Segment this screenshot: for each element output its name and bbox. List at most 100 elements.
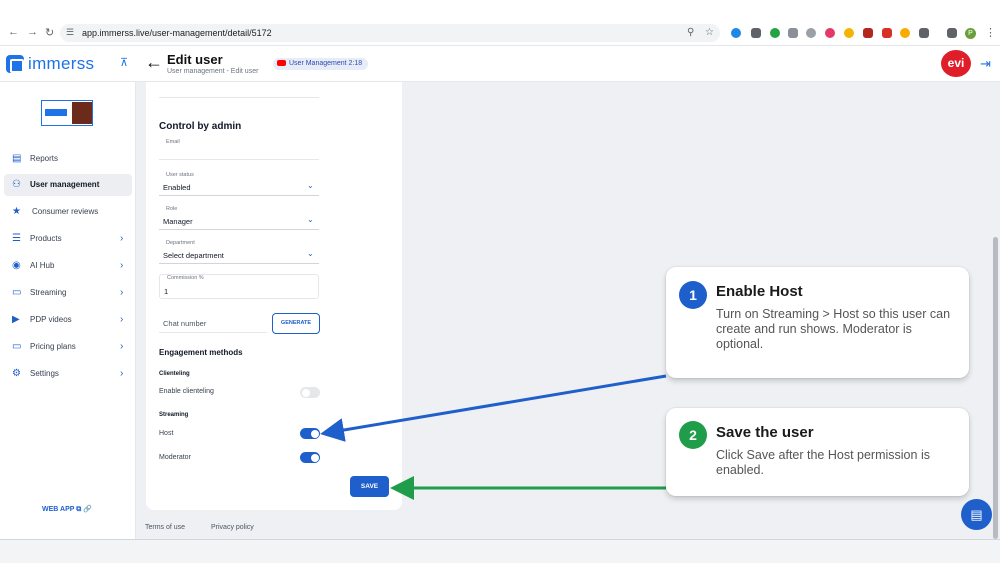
callout-title: Enable Host [716,283,803,300]
site-settings-icon[interactable]: ☰ [66,27,74,38]
privacy-link[interactable]: Privacy policy [211,524,254,531]
browser-toolbar: ← → ↻ ☰ app.immerss.live/user-management… [0,0,1000,46]
web-app-link[interactable]: WEB APP ⧉ 🔗 [42,505,92,514]
department-select[interactable]: Department Select department ⌄ [159,240,319,264]
page-scrollbar[interactable] [993,237,998,539]
field-value: Select department [163,251,224,260]
sidebar-item-user-management[interactable]: ⚇ User management [4,174,132,196]
extension-icon[interactable] [863,28,873,38]
chat-bubble-icon: ▤ [970,507,983,522]
external-link-icon: ⧉ [76,506,82,513]
more-vert-icon[interactable]: ⋮ [985,26,996,39]
sidebar-item-consumer-reviews[interactable]: ★ Consumer reviews [4,201,132,223]
pin-icon[interactable]: ⊼ [120,56,128,69]
url-text: app.immerss.live/user-management/detail/… [82,28,272,38]
sidebar-item-ai-hub[interactable]: ◉ AI Hub › [4,255,132,277]
back-icon[interactable]: ← [8,26,19,38]
video-icon: ▶ [12,314,20,325]
bottom-band [0,539,1000,563]
callout-title: Save the user [716,424,814,441]
moderator-toggle[interactable] [300,452,320,463]
email-field[interactable]: Email [159,138,319,160]
host-label: Host [159,430,174,437]
video-badge[interactable]: User Management 2:18 [273,58,369,70]
save-button[interactable]: SAVE [350,476,389,497]
logout-icon[interactable]: ⇥ [980,56,991,72]
chevron-right-icon: › [120,368,124,379]
monitor-icon: ▭ [12,287,22,298]
extension-icon[interactable] [844,28,854,38]
extension-icon[interactable] [825,28,835,38]
chevron-down-icon: ⌄ [307,181,314,190]
extension-icon[interactable] [751,28,761,38]
chat-support-button[interactable]: ▤ [961,499,992,530]
field-label: Email [166,139,180,145]
reading-list-icon[interactable] [947,28,957,38]
enable-clienteling-toggle[interactable] [300,387,320,398]
callout-body: Turn on Streaming > Host so this user ca… [716,307,951,351]
sidebar-item-label: Settings [30,369,59,378]
sidebar-item-label: Pricing plans [30,342,76,351]
terms-link[interactable]: Terms of use [145,524,185,531]
sidebar-item-pdp-videos[interactable]: ▶ PDP videos › [4,309,132,331]
chevron-down-icon: ⌄ [307,215,314,224]
sidebar-item-streaming[interactable]: ▭ Streaming › [4,282,132,304]
extension-icon[interactable] [731,28,741,38]
sidebar-item-settings[interactable]: ⚙ Settings › [4,363,132,385]
brand-logo [41,100,93,126]
avatar[interactable]: evi [941,50,971,77]
host-toggle[interactable] [300,428,320,439]
page-title: Edit user [167,52,223,67]
back-arrow-icon[interactable]: ← [145,52,163,73]
extension-icon[interactable] [882,28,892,38]
video-badge-label: User Management 2:18 [289,60,363,67]
list-icon: ☰ [12,233,21,244]
brand-logo-picture [72,102,92,124]
control-by-admin-title: Control by admin [159,121,242,132]
field-label: Commission % [167,275,204,281]
chevron-right-icon: › [120,341,124,352]
extension-icon[interactable] [900,28,910,38]
chevron-right-icon: › [120,260,124,271]
extension-icon[interactable] [770,28,780,38]
profile-avatar[interactable]: P [965,28,976,39]
field-value: Manager [163,217,193,226]
chat-number-field[interactable]: Chat number [159,313,267,333]
toggle-knob [310,429,319,438]
link-icon: 🔗 [83,506,92,513]
address-bar[interactable]: ☰ app.immerss.live/user-management/detai… [60,24,720,42]
sidebar-item-reports[interactable]: ▤ Reports [4,148,132,170]
field-label: Chat number [163,319,207,328]
reload-icon[interactable]: ↻ [45,26,54,39]
role-select[interactable]: Role Manager ⌄ [159,206,319,230]
extension-icon[interactable] [788,28,798,38]
field-value: 1 [164,287,169,296]
card-icon: ▭ [12,341,22,352]
logo-text: immerss [28,54,95,73]
field-value: Enabled [163,183,191,192]
bookmark-star-icon[interactable]: ☆ [705,27,714,38]
puzzle-icon[interactable] [919,28,929,38]
star-icon: ★ [12,206,21,217]
sidebar-item-products[interactable]: ☰ Products › [4,228,132,250]
chevron-right-icon: › [120,314,124,325]
sidebar-item-label: User management [30,180,100,189]
extension-icon[interactable] [806,28,816,38]
password-key-icon[interactable]: ⚲ [687,27,694,38]
user-status-select[interactable]: User status Enabled ⌄ [159,172,319,196]
forward-icon[interactable]: → [27,26,38,38]
sidebar-item-label: Consumer reviews [32,207,99,216]
toggle-knob [301,388,310,397]
gear-icon: ⚙ [12,368,21,379]
clienteling-heading: Clienteling [159,371,190,377]
sidebar-item-label: Products [30,234,62,243]
chevron-right-icon: › [120,233,124,244]
field-label: Department [166,240,195,246]
report-icon: ▤ [12,153,22,164]
commission-field[interactable]: Commission % 1 [159,274,319,299]
ai-icon: ◉ [12,260,21,271]
previous-field[interactable] [159,82,319,98]
sidebar-item-pricing-plans[interactable]: ▭ Pricing plans › [4,336,132,358]
users-icon: ⚇ [12,179,21,190]
generate-button[interactable]: GENERATE [272,313,320,334]
